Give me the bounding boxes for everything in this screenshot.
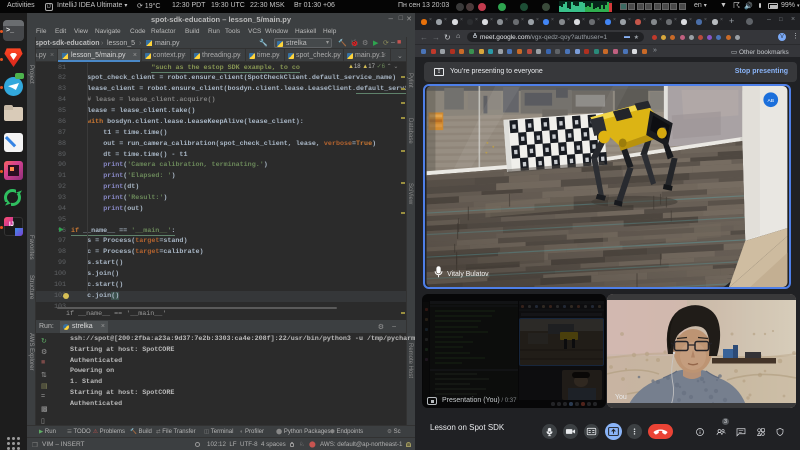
svg-text:Vitaly Bulatov: Vitaly Bulatov <box>447 271 489 278</box>
svg-text:You: You <box>615 394 627 401</box>
svg-text:AB: AB <box>767 98 774 104</box>
